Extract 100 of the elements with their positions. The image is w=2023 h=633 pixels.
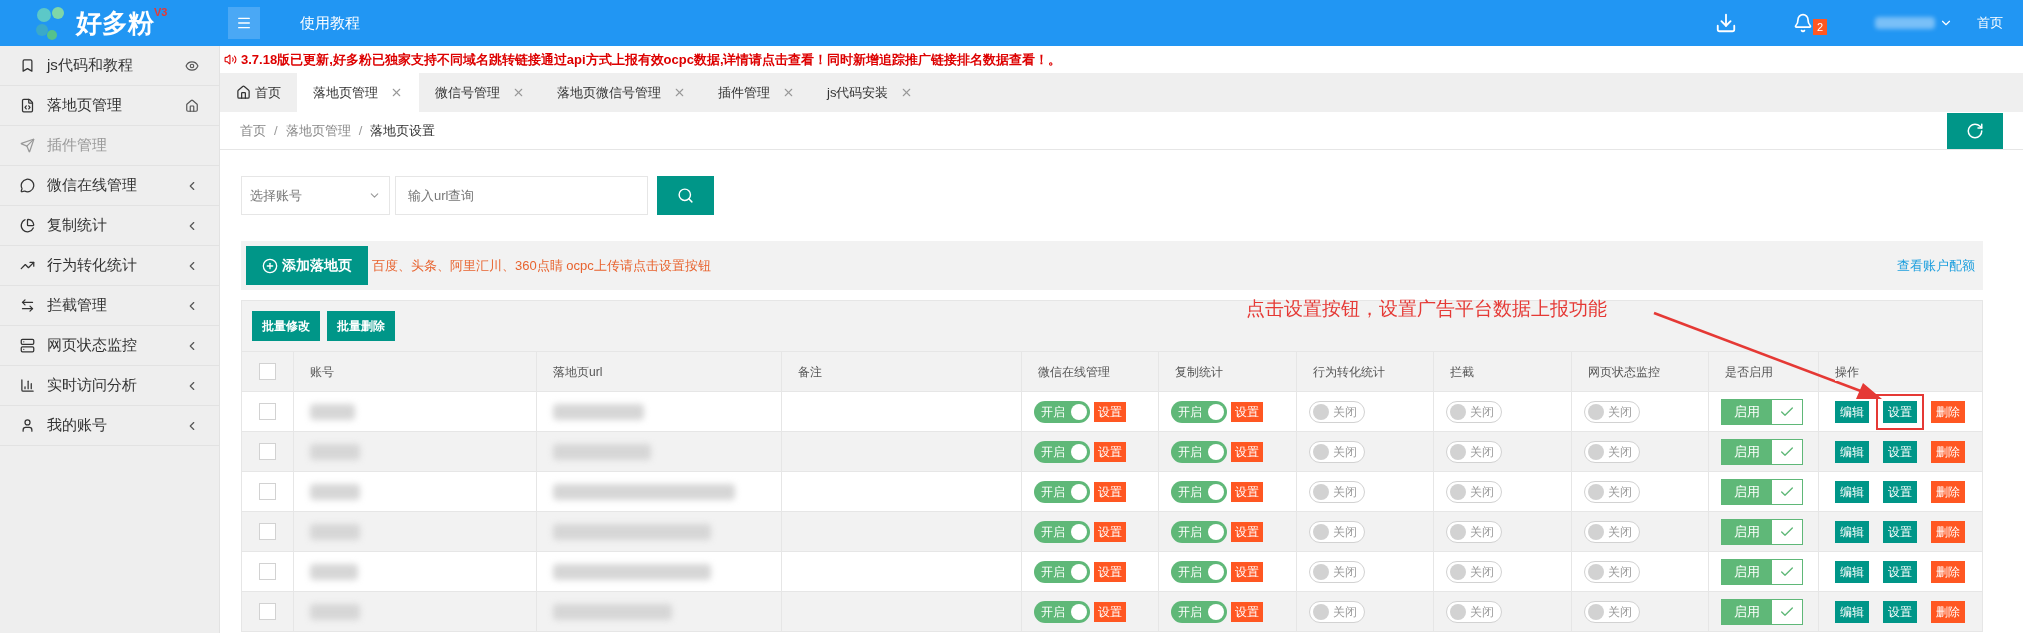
- tab[interactable]: 落地页管理: [297, 73, 419, 112]
- settings-button[interactable]: 设置: [1094, 401, 1126, 422]
- toggle-switch[interactable]: 关闭: [1309, 600, 1365, 623]
- toggle-switch[interactable]: 关闭: [1309, 520, 1365, 543]
- settings-button[interactable]: 设置: [1231, 401, 1263, 422]
- close-icon[interactable]: [673, 86, 686, 99]
- row-checkbox[interactable]: [259, 443, 276, 460]
- sidebar-item[interactable]: 微信在线管理: [0, 166, 219, 206]
- sidebar-item[interactable]: 我的账号: [0, 406, 219, 446]
- bell-icon[interactable]: [1792, 13, 1813, 33]
- toggle-label: 开启: [1040, 523, 1066, 541]
- toggle-switch[interactable]: 开启: [1171, 440, 1227, 463]
- toggle-switch[interactable]: 关闭: [1309, 400, 1365, 423]
- row-checkbox[interactable]: [259, 603, 276, 620]
- tab[interactable]: 插件管理: [702, 73, 811, 112]
- row-checkbox[interactable]: [259, 483, 276, 500]
- enable-toggle[interactable]: 启用: [1721, 398, 1803, 425]
- tutorial-link[interactable]: 使用教程: [300, 11, 360, 35]
- close-icon[interactable]: [512, 86, 525, 99]
- sidebar-item[interactable]: 实时访问分析: [0, 366, 219, 406]
- batch-button[interactable]: 批量修改: [252, 311, 320, 341]
- toggle-switch[interactable]: 开启: [1171, 560, 1227, 583]
- settings-button[interactable]: 设置: [1094, 601, 1126, 622]
- settings-button[interactable]: 设置: [1094, 441, 1126, 462]
- enable-toggle[interactable]: 启用: [1721, 598, 1803, 625]
- sidebar-item[interactable]: 行为转化统计: [0, 246, 219, 286]
- row-checkbox[interactable]: [259, 563, 276, 580]
- quota-link[interactable]: 查看账户配额: [1897, 255, 1975, 276]
- sidebar-item[interactable]: 拦截管理: [0, 286, 219, 326]
- toggle-knob: [1071, 603, 1087, 620]
- bookmark-icon: [20, 58, 35, 73]
- enable-toggle[interactable]: 启用: [1721, 478, 1803, 505]
- toggle-switch[interactable]: 关闭: [1584, 480, 1640, 503]
- toggle-label: 开启: [1040, 403, 1066, 421]
- settings-button[interactable]: 设置: [1094, 481, 1126, 502]
- update-notice[interactable]: 3.7.18版已更新,好多粉已独家支持不同域名跳转链接通过api方式上报有效ocpc数据,详情请点击查看！同时新增追踪推广链接排名数据查看！。: [241, 49, 1062, 70]
- settings-button[interactable]: 设置: [1094, 561, 1126, 582]
- tab[interactable]: 首页: [220, 73, 297, 112]
- toggle-switch[interactable]: 关闭: [1584, 600, 1640, 623]
- tab[interactable]: 微信号管理: [419, 73, 541, 112]
- settings-button[interactable]: 设置: [1876, 393, 1924, 430]
- redacted-text: [310, 403, 355, 420]
- toggle-switch[interactable]: 开启: [1171, 600, 1227, 623]
- toggle-switch[interactable]: 开启: [1034, 600, 1090, 623]
- settings-button[interactable]: 设置: [1231, 521, 1263, 542]
- toggle-switch[interactable]: 开启: [1171, 400, 1227, 423]
- row-checkbox[interactable]: [259, 523, 276, 540]
- select-all-checkbox[interactable]: [259, 363, 276, 380]
- toggle-switch[interactable]: 开启: [1034, 560, 1090, 583]
- settings-button[interactable]: 设置: [1231, 441, 1263, 462]
- toggle-switch[interactable]: 关闭: [1309, 440, 1365, 463]
- close-icon[interactable]: [390, 86, 403, 99]
- toggle-switch[interactable]: 关闭: [1446, 520, 1502, 543]
- breadcrumb-item[interactable]: 首页: [240, 120, 266, 141]
- toggle-switch[interactable]: 关闭: [1446, 440, 1502, 463]
- breadcrumb-item[interactable]: 落地页设置: [370, 120, 436, 141]
- add-landing-page-button[interactable]: 添加落地页: [246, 246, 368, 285]
- toggle-switch[interactable]: 关闭: [1584, 520, 1640, 543]
- tab[interactable]: 落地页微信号管理: [541, 73, 702, 112]
- toggle-switch[interactable]: 关闭: [1584, 440, 1640, 463]
- toggle-switch[interactable]: 关闭: [1446, 600, 1502, 623]
- toggle-switch[interactable]: 开启: [1034, 440, 1090, 463]
- toggle-switch[interactable]: 关闭: [1309, 480, 1365, 503]
- sidebar-item[interactable]: 网页状态监控: [0, 326, 219, 366]
- settings-button[interactable]: 设置: [1094, 521, 1126, 542]
- sidebar-item[interactable]: 复制统计: [0, 206, 219, 246]
- version-label: V3: [154, 4, 168, 18]
- enable-toggle[interactable]: 启用: [1721, 558, 1803, 585]
- toggle-switch[interactable]: 开启: [1171, 480, 1227, 503]
- download-icon[interactable]: [1714, 12, 1737, 34]
- toggle-switch[interactable]: 开启: [1034, 520, 1090, 543]
- refresh-button[interactable]: [1947, 113, 2003, 149]
- account-select[interactable]: 选择账号: [241, 176, 390, 215]
- settings-button[interactable]: 设置: [1231, 601, 1263, 622]
- enable-toggle[interactable]: 启用: [1721, 518, 1803, 545]
- toggle-switch[interactable]: 开启: [1034, 480, 1090, 503]
- row-checkbox[interactable]: [259, 403, 276, 420]
- settings-button[interactable]: 设置: [1231, 481, 1263, 502]
- toggle-switch[interactable]: 关闭: [1584, 560, 1640, 583]
- close-icon[interactable]: [782, 86, 795, 99]
- eye-icon: [185, 58, 199, 73]
- toggle-switch[interactable]: 关闭: [1446, 480, 1502, 503]
- settings-button[interactable]: 设置: [1231, 561, 1263, 582]
- toggle-switch[interactable]: 关闭: [1309, 560, 1365, 583]
- search-button[interactable]: [657, 176, 714, 215]
- redacted-text: [310, 603, 360, 620]
- tab[interactable]: js代码安装: [811, 73, 930, 112]
- sidebar-item[interactable]: 落地页管理: [0, 86, 219, 126]
- batch-button[interactable]: 批量删除: [327, 311, 395, 341]
- toggle-switch[interactable]: 关闭: [1446, 400, 1502, 423]
- breadcrumb-item[interactable]: 落地页管理: [285, 120, 351, 141]
- url-search-field[interactable]: 输入url查询: [395, 176, 648, 215]
- menu-button[interactable]: [228, 7, 260, 39]
- sidebar-item[interactable]: js代码和教程: [0, 46, 219, 86]
- toggle-switch[interactable]: 开启: [1171, 520, 1227, 543]
- toggle-switch[interactable]: 关闭: [1584, 400, 1640, 423]
- toggle-switch[interactable]: 关闭: [1446, 560, 1502, 583]
- enable-toggle[interactable]: 启用: [1721, 438, 1803, 465]
- toggle-switch[interactable]: 开启: [1034, 400, 1090, 423]
- home-link[interactable]: 首页: [1977, 13, 2003, 33]
